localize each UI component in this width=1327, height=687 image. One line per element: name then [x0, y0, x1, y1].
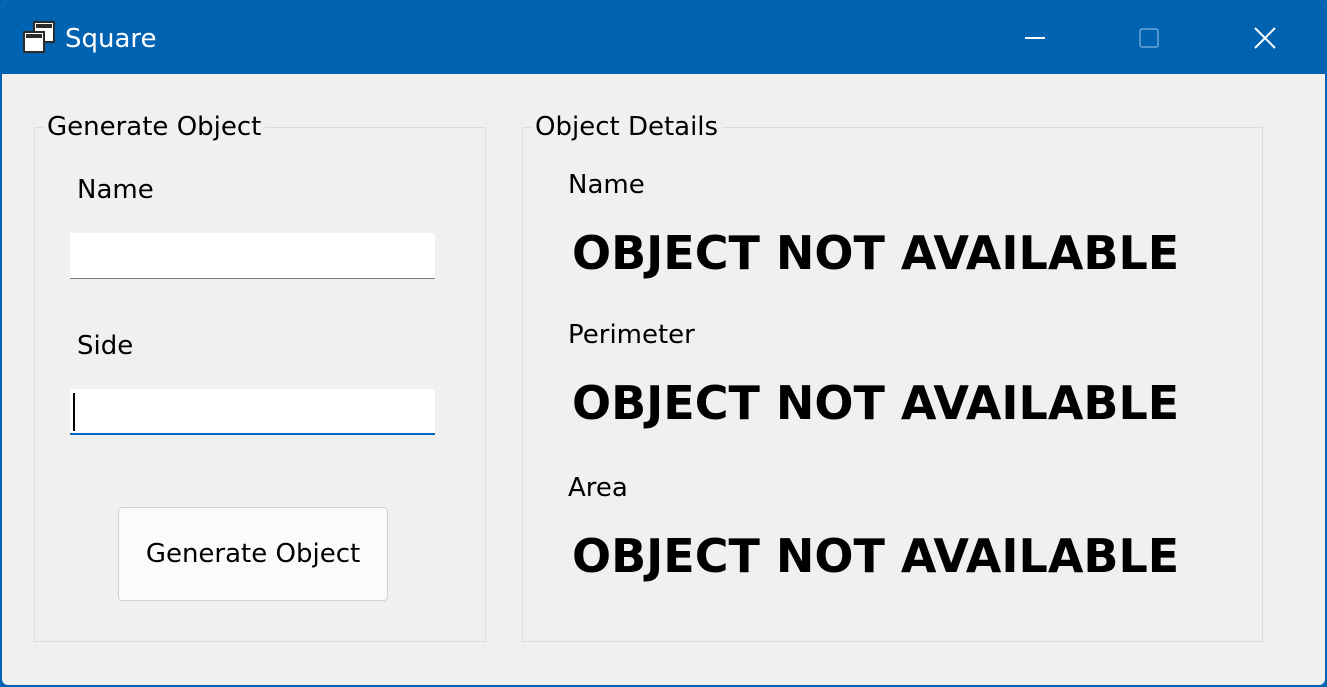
window-title: Square	[65, 24, 157, 54]
detail-name-label: Name	[568, 170, 645, 200]
side-input[interactable]	[70, 389, 435, 435]
detail-name-value: OBJECT NOT AVAILABLE	[572, 226, 1180, 280]
maximize-icon	[1139, 28, 1159, 48]
close-button[interactable]	[1208, 2, 1322, 74]
minimize-button[interactable]	[978, 2, 1092, 74]
minimize-icon	[1025, 37, 1045, 39]
close-icon	[1254, 27, 1276, 49]
title-bar[interactable]: Square	[2, 2, 1325, 74]
detail-area-value: OBJECT NOT AVAILABLE	[572, 529, 1180, 583]
app-windows-icon	[23, 21, 55, 53]
detail-area-label: Area	[568, 473, 628, 503]
name-input[interactable]	[70, 233, 435, 279]
name-input-label: Name	[77, 175, 154, 205]
generate-object-button[interactable]: Generate Object	[118, 507, 388, 601]
app-window: Square Generate Object Name Side Generat…	[0, 0, 1327, 687]
detail-perimeter-value: OBJECT NOT AVAILABLE	[572, 376, 1180, 430]
text-caret	[73, 393, 75, 431]
object-details-legend: Object Details	[535, 112, 719, 142]
side-input-label: Side	[77, 331, 134, 361]
maximize-button[interactable]	[1092, 2, 1206, 74]
generate-object-legend: Generate Object	[47, 112, 262, 142]
detail-perimeter-label: Perimeter	[568, 320, 695, 350]
